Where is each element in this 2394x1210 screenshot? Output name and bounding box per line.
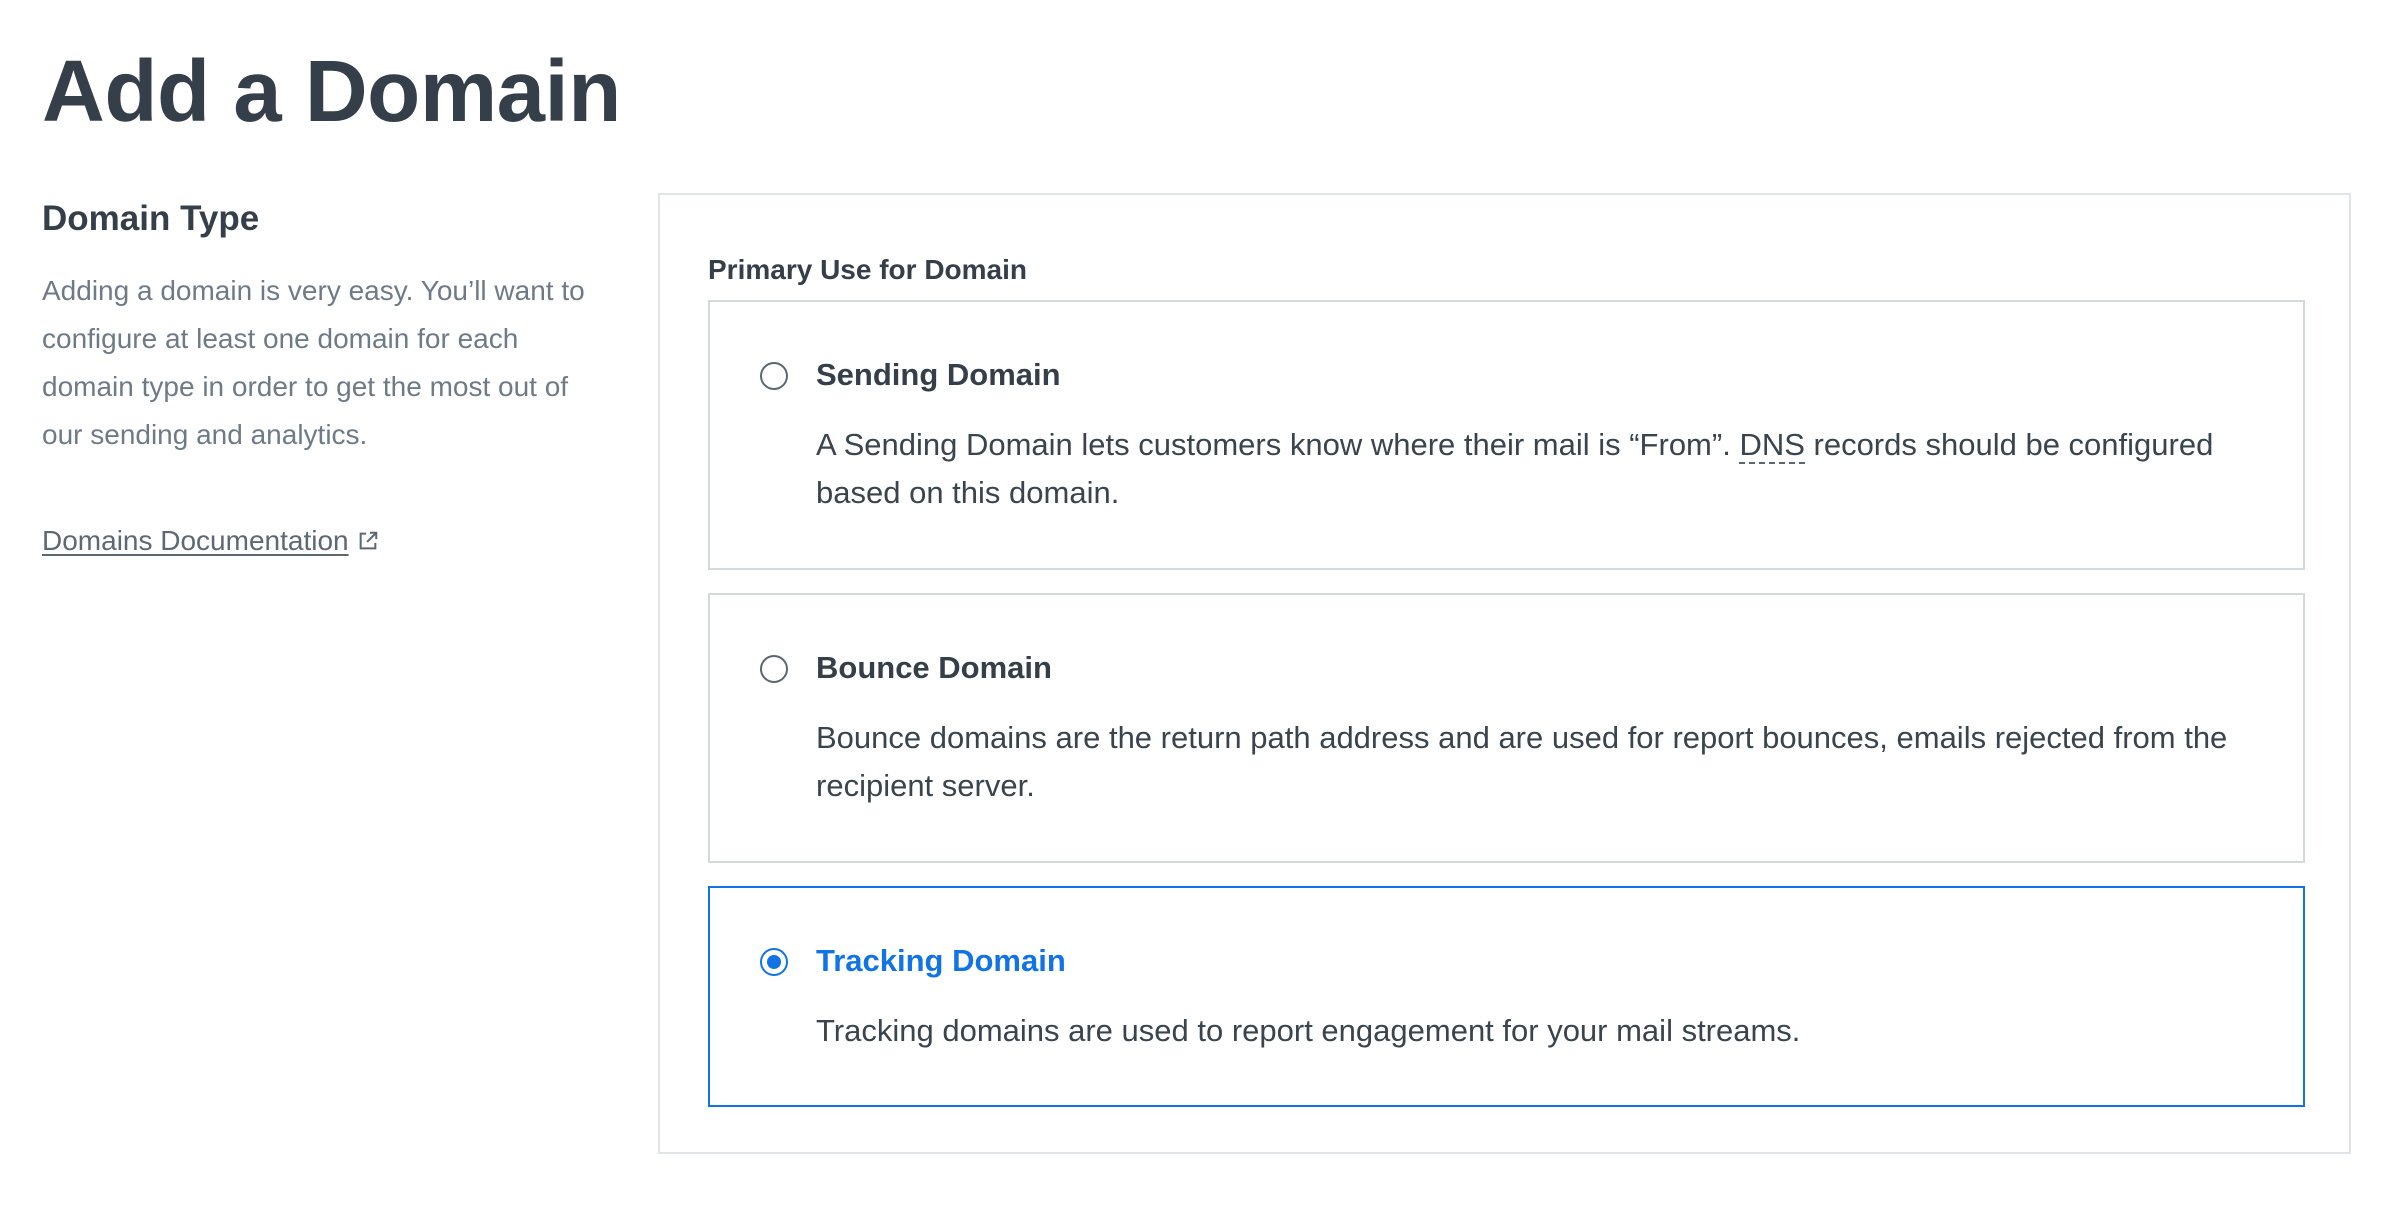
dns-abbreviation[interactable]: DNS [1739, 427, 1805, 464]
tracking-domain-title: Tracking Domain [816, 943, 1066, 978]
sidebar-heading: Domain Type [42, 199, 260, 238]
bounce-domain-description: Bounce domains are the return path addre… [816, 720, 2228, 803]
external-link-icon [359, 531, 377, 550]
tracking-domain-description: Tracking domains are used to report enga… [816, 1013, 1801, 1048]
option-bounce-domain[interactable]: Bounce Domain Bounce domains are the ret… [708, 593, 2305, 863]
page-title: Add a Domain [42, 43, 621, 140]
domain-type-panel: Primary Use for Domain Sending Domain A … [658, 193, 2351, 1154]
bounce-domain-title: Bounce Domain [816, 650, 1052, 685]
option-sending-domain[interactable]: Sending Domain A Sending Domain lets cus… [708, 300, 2305, 570]
sending-domain-title: Sending Domain [816, 357, 1061, 392]
sidebar-description: Adding a domain is very easy. You’ll wan… [42, 275, 585, 450]
sending-domain-description: A Sending Domain lets customers know whe… [816, 421, 2266, 517]
domains-documentation-link[interactable]: Domains Documentation [42, 521, 379, 561]
tracking-domain-radio[interactable] [760, 948, 788, 976]
add-domain-page: Add a Domain Domain Type Adding a domain… [0, 0, 2394, 1210]
sending-domain-radio[interactable] [760, 362, 788, 390]
bounce-domain-radio[interactable] [760, 655, 788, 683]
sending-domain-desc-before: A Sending Domain lets customers know whe… [816, 427, 1740, 462]
domains-documentation-label: Domains Documentation [42, 525, 349, 556]
primary-use-label: Primary Use for Domain [708, 254, 1027, 285]
option-tracking-domain[interactable]: Tracking Domain Tracking domains are use… [708, 886, 2305, 1107]
domain-type-sidebar: Domain Type Adding a domain is very easy… [42, 196, 602, 561]
